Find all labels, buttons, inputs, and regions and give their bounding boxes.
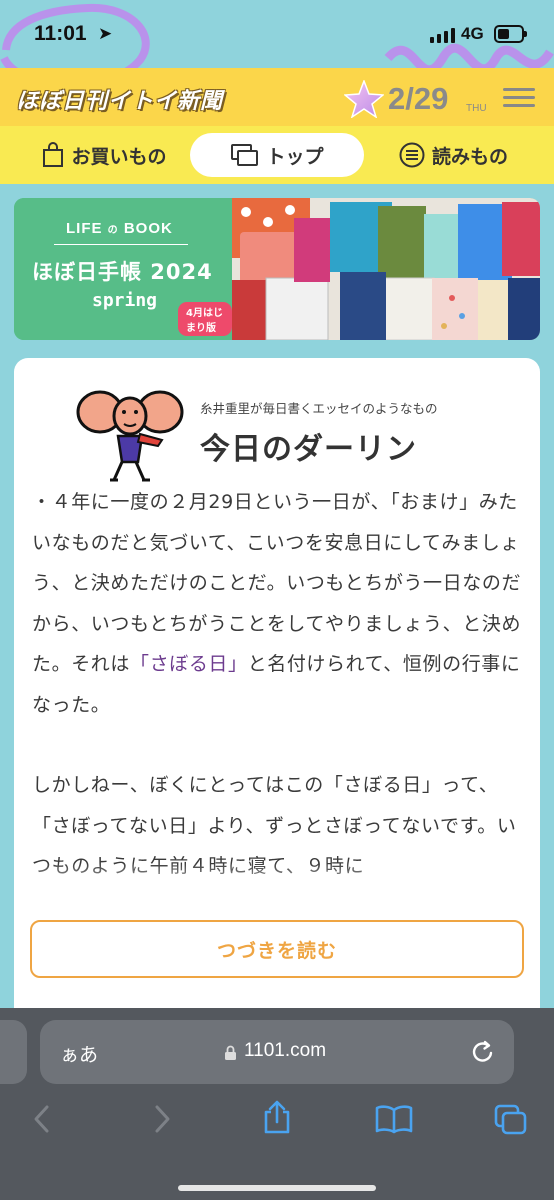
- banner-badge: 4月はじまり版: [178, 302, 232, 336]
- article-body: ・４年に一度の２月29日という一日が、「おまけ」みたいなものだと気づいて、こいつ…: [32, 482, 524, 887]
- location-arrow-icon: ➤: [98, 24, 113, 44]
- read-more-button[interactable]: つづきを読む: [30, 920, 524, 978]
- forward-icon[interactable]: [152, 1104, 172, 1134]
- article-card: 糸井重里が毎日書くエッセイのようなもの 今日のダーリン ・４年に一度の２月29日…: [14, 358, 540, 1058]
- article-kicker: 糸井重里が毎日書くエッセイのようなもの: [200, 401, 438, 416]
- share-icon[interactable]: [262, 1100, 292, 1134]
- battery-icon: [494, 25, 527, 43]
- tabs-icon[interactable]: [494, 1104, 528, 1136]
- monkey-mascot-icon: [76, 390, 184, 482]
- tab-top-label: トップ: [266, 145, 324, 168]
- saboru-day-link[interactable]: 「さぼる日」: [130, 653, 248, 675]
- previous-tab-peek[interactable]: [0, 1020, 27, 1084]
- planner-products-image: [232, 198, 540, 340]
- signal-icon: [430, 27, 455, 43]
- banner-text-panel: LIFE の BOOK ほぼ日手帳 2024 spring 4月はじまり版: [14, 198, 232, 340]
- banner-brand: LIFE の BOOK: [66, 220, 173, 237]
- section-tabs: お買いもの トップ 読みもの: [0, 126, 554, 184]
- hamburger-menu-icon[interactable]: [503, 88, 535, 108]
- current-date: 2/29: [388, 81, 449, 116]
- shopping-bag-icon: [43, 142, 64, 167]
- tab-shopping-label: お買いもの: [71, 145, 167, 168]
- promo-banner[interactable]: LIFE の BOOK ほぼ日手帳 2024 spring 4月はじまり版: [14, 198, 540, 340]
- safari-toolbar: ぁあ 1101.com: [0, 1008, 554, 1200]
- day-of-week: THU: [466, 103, 487, 114]
- url-text: 1101.com: [244, 1040, 327, 1061]
- back-icon[interactable]: [32, 1104, 52, 1134]
- network-type: 4G: [461, 24, 484, 43]
- star-icon: [344, 80, 384, 118]
- reading-icon: [399, 142, 425, 168]
- address-bar[interactable]: ぁあ 1101.com: [40, 1020, 514, 1084]
- status-bar: 11:01 ➤ 4G: [0, 0, 554, 90]
- windows-icon: [231, 144, 259, 166]
- banner-divider: [54, 244, 188, 245]
- page-settings-button[interactable]: ぁあ: [60, 1040, 98, 1067]
- article-title[interactable]: 今日のダーリン: [200, 424, 417, 468]
- bookmarks-icon[interactable]: [375, 1104, 413, 1134]
- tab-top[interactable]: トップ: [190, 133, 364, 177]
- site-header: ほぼ日刊イトイ新聞 2/29 THU: [0, 68, 554, 126]
- site-logo[interactable]: ほぼ日刊イトイ新聞: [16, 83, 223, 115]
- article-paragraph: ・４年に一度の２月29日という一日が、「おまけ」みたいなものだと気づいて、こいつ…: [32, 491, 522, 716]
- tab-reading-label: 読みもの: [431, 145, 508, 168]
- reload-icon[interactable]: [470, 1038, 496, 1066]
- tab-shopping[interactable]: お買いもの: [28, 133, 180, 177]
- home-indicator: [178, 1185, 376, 1191]
- text-fade-overlay: [14, 863, 540, 913]
- clock: 11:01: [34, 22, 87, 45]
- lock-icon: [225, 1045, 236, 1060]
- banner-title: ほぼ日手帳 2024: [32, 260, 213, 284]
- banner-season: spring: [92, 290, 158, 311]
- tab-reading[interactable]: 読みもの: [388, 133, 518, 177]
